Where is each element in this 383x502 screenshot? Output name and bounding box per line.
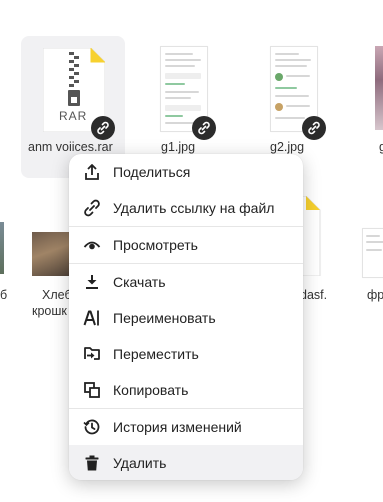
menu-item-label: Удалить [113, 455, 167, 471]
file-name: dasf. [300, 288, 328, 302]
file-name: g [379, 140, 383, 154]
file-tile-bottom-2[interactable]: Хлеб крошк [28, 222, 72, 322]
move-icon [84, 347, 100, 360]
shared-link-badge [91, 116, 115, 140]
file-name-line-1: Хлеб [42, 288, 72, 302]
file-tile-partial-right[interactable]: g [370, 36, 383, 178]
menu-item-remove-link[interactable]: Удалить ссылку на файл [69, 190, 303, 226]
rename-icon [83, 310, 99, 326]
menu-item-label: Копировать [113, 382, 189, 398]
menu-item-label: История изменений [113, 419, 242, 435]
menu-item-move[interactable]: Переместить [69, 336, 303, 372]
download-icon [86, 275, 98, 289]
menu-item-view[interactable]: Просмотреть [69, 227, 303, 263]
copy-icon [84, 382, 100, 398]
menu-item-label: Поделиться [113, 164, 191, 180]
file-name: фр [367, 288, 383, 302]
menu-item-delete[interactable]: Удалить [69, 445, 303, 480]
menu-item-label: Скачать [113, 274, 166, 290]
menu-item-label: Просмотреть [113, 237, 198, 253]
file-name: g1.jpg [161, 140, 196, 154]
history-icon [83, 419, 100, 435]
trash-icon [85, 455, 99, 471]
image-thumbnail [32, 232, 70, 276]
menu-item-copy[interactable]: Копировать [69, 372, 303, 408]
file-name-line-2: крошк [32, 304, 67, 318]
file-tile-bottom-1[interactable]: б [0, 222, 20, 322]
image-thumbnail [362, 228, 383, 278]
menu-item-share[interactable]: Поделиться [69, 154, 303, 190]
image-thumbnail [0, 222, 4, 274]
image-thumbnail [375, 46, 383, 130]
menu-item-label: Переместить [113, 346, 199, 362]
unlink-icon [84, 199, 100, 217]
menu-item-label: Удалить ссылку на файл [113, 200, 275, 216]
menu-item-rename[interactable]: Переименовать [69, 300, 303, 336]
file-name: б [0, 288, 8, 302]
context-menu: Поделиться Удалить ссылку на файл Просмо… [69, 154, 303, 480]
link-icon [198, 121, 210, 135]
file-type-label: RAR [59, 109, 88, 123]
menu-item-history[interactable]: История изменений [69, 409, 303, 445]
link-icon [97, 121, 109, 135]
file-tile-bottom-4[interactable]: фр [360, 222, 383, 322]
menu-item-label: Переименовать [113, 310, 216, 326]
shared-link-badge [302, 116, 326, 140]
link-icon [308, 121, 320, 135]
share-icon [85, 164, 99, 180]
shared-link-badge [192, 116, 216, 140]
eye-icon [83, 241, 101, 250]
menu-item-download[interactable]: Скачать [69, 264, 303, 300]
file-name: anm voiices.rar [28, 140, 113, 154]
file-name: g2.jpg [270, 140, 305, 154]
